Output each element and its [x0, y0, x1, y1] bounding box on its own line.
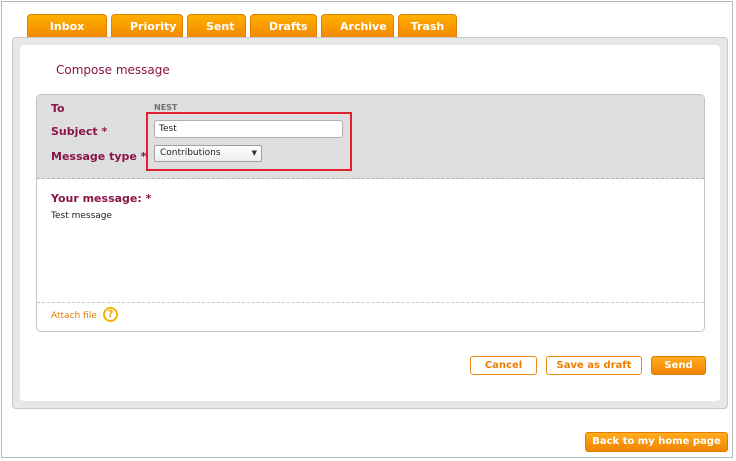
compose-panel-body: Compose message To NEST Subject * Messag…: [20, 45, 720, 401]
send-button[interactable]: Send: [651, 356, 706, 375]
tab-archive[interactable]: Archive: [321, 14, 394, 37]
page-title: Compose message: [56, 63, 170, 77]
tab-inbox[interactable]: Inbox (0): [27, 14, 107, 56]
tab-drafts[interactable]: Drafts: [250, 14, 317, 37]
save-draft-button[interactable]: Save as draft: [546, 356, 642, 375]
tab-priority[interactable]: Priority: [111, 14, 183, 37]
message-header: To NEST Subject * Message type * Contrib…: [37, 95, 704, 179]
to-label: To: [51, 102, 65, 115]
app-frame: Inbox (0) Priority Sent Drafts Archive T…: [1, 1, 733, 458]
subject-label: Subject *: [51, 125, 108, 138]
attach-divider: [37, 302, 704, 303]
message-body-textarea[interactable]: Test message: [51, 211, 681, 297]
attach-file-link[interactable]: Attach file: [51, 311, 97, 321]
mailbox-tabs: Inbox (0) Priority Sent Drafts Archive T…: [27, 14, 457, 56]
message-type-label: Message type *: [51, 150, 147, 163]
message-label: Your message: *: [51, 192, 152, 205]
tab-trash[interactable]: Trash: [398, 14, 457, 37]
tab-sent[interactable]: Sent: [187, 14, 246, 37]
compose-panel: Compose message To NEST Subject * Messag…: [12, 37, 728, 409]
cancel-button[interactable]: Cancel: [470, 356, 537, 375]
home-page-button[interactable]: Back to my home page: [585, 432, 728, 452]
compose-form: To NEST Subject * Message type * Contrib…: [36, 94, 705, 332]
highlight-box: [146, 112, 352, 171]
question-circle-icon[interactable]: ?: [103, 307, 118, 322]
to-value: NEST: [154, 103, 178, 112]
